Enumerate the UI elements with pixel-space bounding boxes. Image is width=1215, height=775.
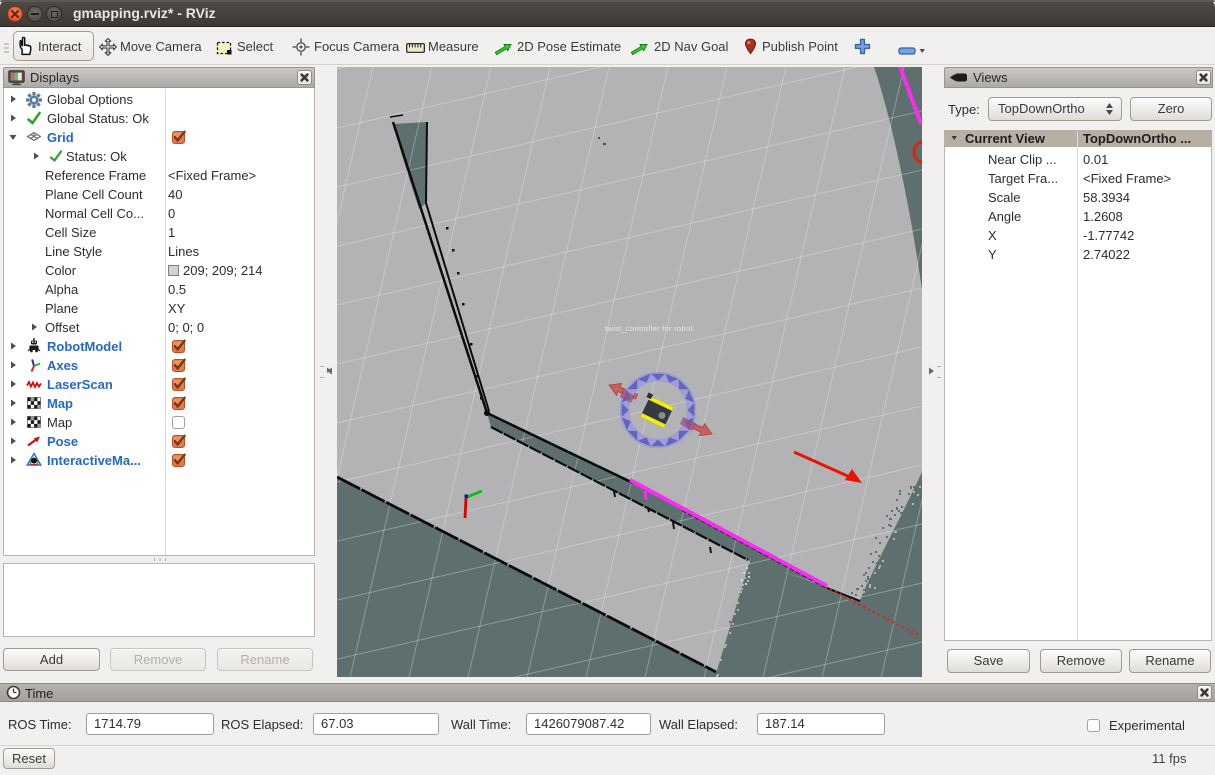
svg-text:twist_controller for robot: twist_controller for robot bbox=[605, 324, 693, 333]
